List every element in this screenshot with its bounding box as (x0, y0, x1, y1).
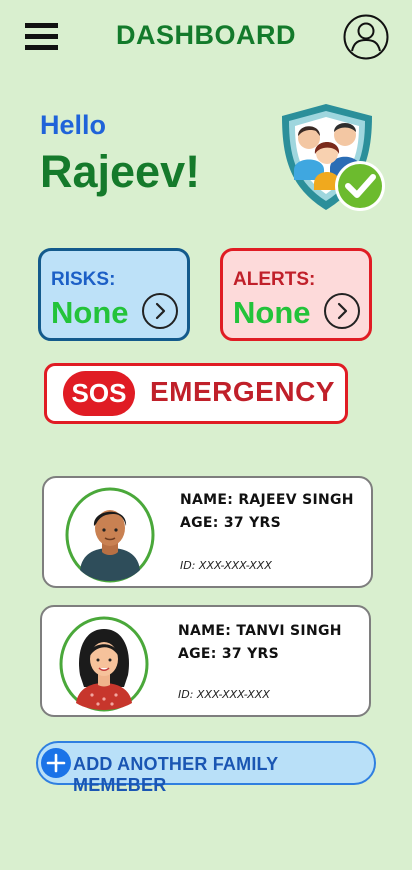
chevron-right-icon[interactable] (142, 293, 178, 329)
add-family-member-label: ADD ANOTHER FAMILY MEMEBER (73, 754, 278, 795)
family-shield-check-icon (276, 98, 388, 216)
alerts-label: ALERTS: (233, 269, 316, 290)
male-avatar (64, 486, 155, 583)
greeting-hello: Hello (40, 110, 107, 140)
plus-icon (40, 747, 72, 779)
alerts-card[interactable]: ALERTS: None (220, 248, 372, 341)
alerts-value: None (233, 295, 311, 330)
member-name: NAME: TANVI SINGH (178, 623, 342, 639)
chevron-right-icon[interactable] (324, 293, 360, 329)
greeting-user-name: Rajeev! (40, 146, 201, 197)
member-id: ID: XXX-XXX-XXX (178, 688, 270, 701)
family-member-card[interactable]: NAME: RAJEEV SINGH AGE: 37 YRS ID: XXX-X… (42, 476, 373, 588)
member-name: NAME: RAJEEV SINGH (180, 492, 354, 508)
sos-emergency-button[interactable]: SOS EMERGENCY (44, 363, 348, 424)
risks-card[interactable]: RISKS: None (38, 248, 190, 341)
add-family-member-button[interactable]: ADD ANOTHER FAMILY MEMEBER (36, 741, 376, 795)
risks-value: None (51, 295, 129, 330)
risks-label: RISKS: (51, 269, 116, 290)
family-member-card[interactable]: NAME: TANVI SINGH AGE: 37 YRS ID: XXX-XX… (40, 605, 371, 717)
emergency-label: EMERGENCY (150, 376, 335, 407)
member-age: AGE: 37 YRS (178, 646, 280, 662)
sos-badge: SOS (63, 371, 135, 416)
member-id: ID: XXX-XXX-XXX (180, 559, 272, 572)
user-profile-icon[interactable] (343, 14, 389, 60)
member-age: AGE: 37 YRS (180, 515, 282, 531)
female-avatar (58, 615, 149, 712)
